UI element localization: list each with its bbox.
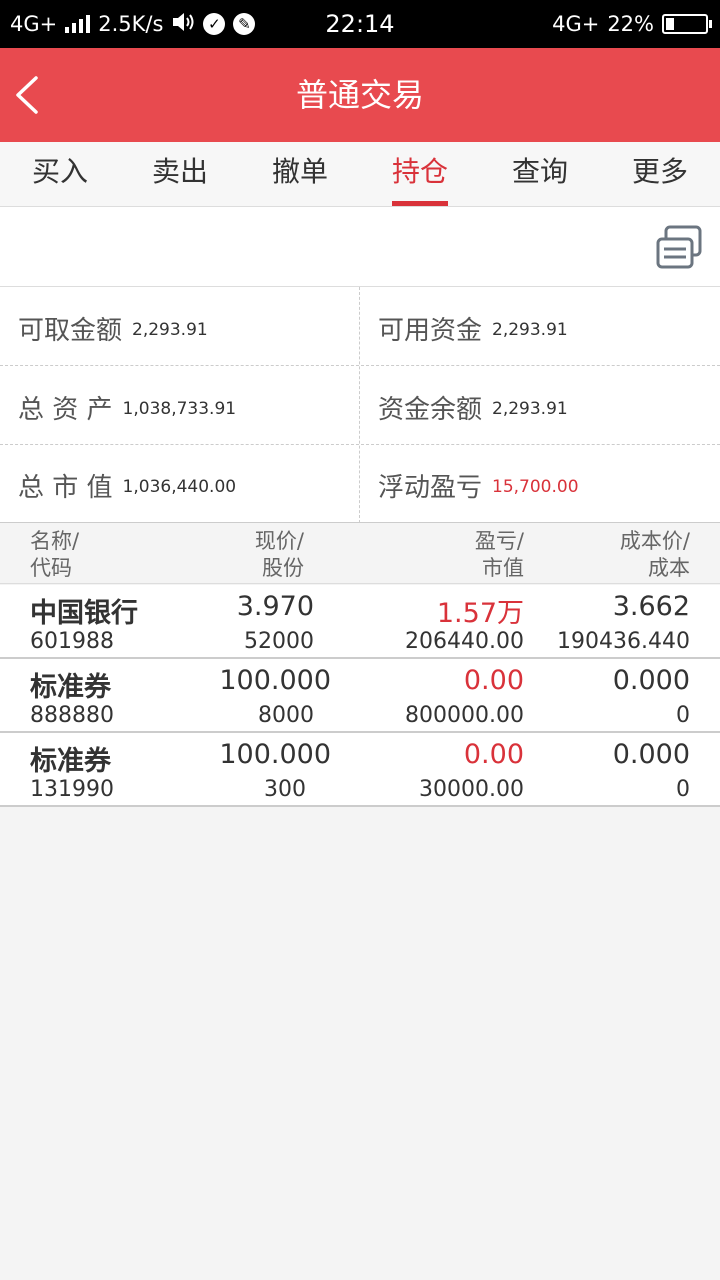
market-value-value: 1,036,440.00 — [122, 477, 237, 497]
back-arrow-icon — [16, 76, 38, 114]
available-value: 2,293.91 — [492, 320, 568, 340]
battery-fill — [666, 18, 674, 30]
current-price: 100.000 — [219, 739, 331, 770]
battery-icon — [662, 14, 712, 34]
header-pl-value: 盈亏/ 市值 — [400, 528, 524, 582]
header-name-code: 名称/ 代码 — [30, 528, 79, 582]
withdrawable-cell: 可取金额 2,293.91 — [0, 289, 360, 367]
total-assets-cell: 总 资 产 1,038,733.91 — [0, 368, 360, 446]
profit-loss: 1.57万 — [436, 598, 524, 629]
header-price-shares: 现价/ 股份 — [200, 528, 304, 582]
total-assets-label: 总 资 产 — [18, 394, 113, 425]
stock-name: 标准券 — [30, 746, 111, 777]
page-title: 普通交易 — [295, 76, 424, 114]
tab-bar: 买入 卖出 撤单 持仓 查询 更多 — [0, 142, 720, 207]
withdrawable-label: 可取金额 — [18, 315, 123, 346]
holdings-table-header: 名称/ 代码 现价/ 股份 盈亏/ 市值 成本价/ 成本 — [0, 524, 720, 584]
stock-name: 中国银行 — [30, 598, 138, 629]
market-value: 800000.00 — [405, 703, 524, 728]
table-row[interactable]: 中国银行 601988 3.970 52000 1.57万 206440.00 … — [0, 585, 720, 659]
cost-total: 190436.440 — [557, 629, 690, 654]
toolbar-area — [0, 207, 720, 287]
cost-price: 3.662 — [612, 591, 690, 622]
status-bar: 4G+ 2.5K/s ✓ ✎ 22:14 4G+ 22% — [0, 0, 720, 48]
header-market-value: 市值 — [482, 556, 524, 580]
withdrawable-value: 2,293.91 — [132, 320, 208, 340]
stock-code: 888880 — [30, 703, 114, 728]
battery-percent: 22% — [607, 12, 654, 36]
tab-query[interactable]: 查询 — [480, 142, 600, 206]
stock-code: 601988 — [30, 629, 114, 654]
current-price: 3.970 — [236, 591, 314, 622]
cost-total: 0 — [676, 703, 690, 728]
market-value: 206440.00 — [405, 629, 524, 654]
title-bar: 普通交易 — [0, 48, 720, 142]
profit-loss: 0.00 — [463, 739, 524, 770]
market-value: 30000.00 — [419, 777, 524, 802]
shares: 300 — [264, 777, 306, 802]
fund-balance-value: 2,293.91 — [492, 399, 568, 419]
back-button[interactable] — [0, 48, 80, 142]
header-price: 现价/ — [254, 529, 304, 553]
market-value-cell: 总 市 值 1,036,440.00 — [0, 446, 360, 524]
fund-balance-label: 资金余额 — [378, 394, 483, 425]
table-row[interactable]: 标准券 888880 100.000 8000 0.00 800000.00 0… — [0, 659, 720, 733]
available-label: 可用资金 — [378, 315, 483, 346]
refresh-icon[interactable] — [656, 225, 702, 271]
status-right: 4G+ 22% — [552, 0, 712, 48]
shares: 8000 — [258, 703, 314, 728]
table-row[interactable]: 标准券 131990 100.000 300 0.00 30000.00 0.0… — [0, 733, 720, 807]
tab-sell[interactable]: 卖出 — [120, 142, 240, 206]
stock-name: 标准券 — [30, 672, 111, 703]
market-value-label: 总 市 值 — [18, 472, 113, 503]
tab-cancel[interactable]: 撤单 — [240, 142, 360, 206]
header-shares: 股份 — [262, 556, 304, 580]
shares: 52000 — [244, 629, 314, 654]
tab-positions[interactable]: 持仓 — [360, 142, 480, 206]
cost-total: 0 — [676, 777, 690, 802]
header-cost: 成本价/ 成本 — [560, 528, 690, 582]
floating-pl-cell: 浮动盈亏 15,700.00 — [360, 446, 720, 524]
cost-price: 0.000 — [612, 665, 690, 696]
current-price: 100.000 — [219, 665, 331, 696]
network-label-right: 4G+ — [552, 12, 600, 36]
holdings-list: 中国银行 601988 3.970 52000 1.57万 206440.00 … — [0, 585, 720, 807]
header-name: 名称/ — [30, 529, 80, 553]
tab-buy[interactable]: 买入 — [0, 142, 120, 206]
floating-pl-label: 浮动盈亏 — [378, 472, 483, 503]
header-cost-total: 成本 — [648, 556, 690, 580]
floating-pl-value: 15,700.00 — [492, 477, 579, 497]
fund-balance-cell: 资金余额 2,293.91 — [360, 368, 720, 446]
cost-price: 0.000 — [612, 739, 690, 770]
stock-code: 131990 — [30, 777, 114, 802]
account-summary: 可取金额 2,293.91 可用资金 2,293.91 总 资 产 1,038,… — [0, 287, 720, 523]
header-cost-price: 成本价/ — [619, 529, 690, 553]
available-cell: 可用资金 2,293.91 — [360, 289, 720, 367]
profit-loss: 0.00 — [463, 665, 524, 696]
total-assets-value: 1,038,733.91 — [122, 399, 237, 419]
tab-more[interactable]: 更多 — [600, 142, 720, 206]
header-code: 代码 — [30, 556, 72, 580]
header-pl: 盈亏/ — [474, 529, 524, 553]
